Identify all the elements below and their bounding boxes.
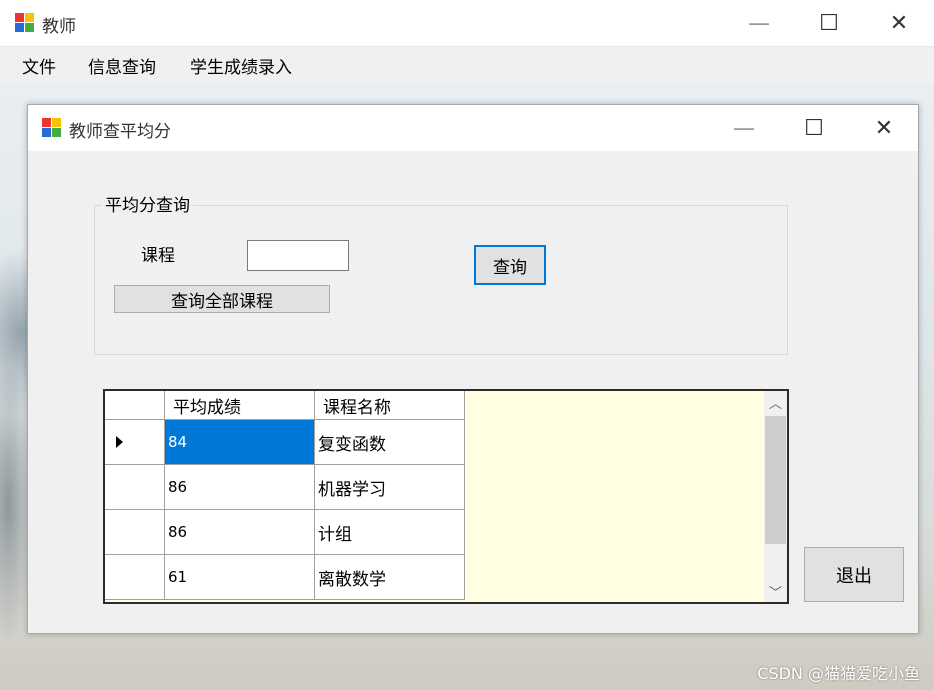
query-button[interactable]: 查询 <box>474 245 546 285</box>
menu-bar: 文件 信息查询 学生成绩录入 <box>0 47 934 83</box>
menu-item-file[interactable]: 文件 <box>20 53 58 78</box>
app-icon <box>15 13 35 33</box>
average-query-groupbox <box>94 205 788 355</box>
child-window-title: 教师查平均分 <box>69 122 171 142</box>
child-title-bar: 教师查平均分 — ☐ ✕ <box>28 105 918 151</box>
minimize-icon[interactable]: — <box>709 105 779 151</box>
menu-item-info-query[interactable]: 信息查询 <box>86 53 158 78</box>
row-header[interactable] <box>105 465 165 510</box>
maximize-icon[interactable]: ☐ <box>779 105 849 151</box>
main-title-bar: 教师 — ☐ ✕ <box>0 0 934 47</box>
child-window: 教师查平均分 — ☐ ✕ 平均分查询 课程 查询 查询全部课程 平均成绩 课程名… <box>27 104 919 634</box>
exit-button[interactable]: 退出 <box>804 547 904 602</box>
table-cell-course[interactable]: 机器学习 <box>315 465 465 510</box>
row-header[interactable] <box>105 555 165 600</box>
results-grid[interactable]: 平均成绩 课程名称 84 复变函数 86 机器学习 86 计组 61 离散数学 … <box>103 389 789 604</box>
grid-corner-header[interactable] <box>105 391 165 420</box>
maximize-icon[interactable]: ☐ <box>794 0 864 47</box>
course-label: 课程 <box>141 246 175 266</box>
main-window-title: 教师 <box>42 17 76 37</box>
column-header-course[interactable]: 课程名称 <box>315 391 465 420</box>
table-cell-course[interactable]: 离散数学 <box>315 555 465 600</box>
watermark: CSDN @猫猫爱吃小鱼 <box>757 664 920 683</box>
row-indicator-icon <box>116 436 123 448</box>
scroll-thumb[interactable] <box>765 416 786 544</box>
query-all-courses-button[interactable]: 查询全部课程 <box>114 285 330 313</box>
table-cell-average[interactable]: 86 <box>165 465 315 510</box>
close-icon[interactable]: ✕ <box>864 0 934 47</box>
row-header[interactable] <box>105 510 165 555</box>
app-icon <box>42 118 62 138</box>
menu-item-grade-entry[interactable]: 学生成绩录入 <box>188 53 294 78</box>
table-cell-course[interactable]: 计组 <box>315 510 465 555</box>
table-cell-average[interactable]: 61 <box>165 555 315 600</box>
course-input[interactable] <box>247 240 349 271</box>
row-header[interactable] <box>105 420 165 465</box>
close-icon[interactable]: ✕ <box>849 105 919 151</box>
table-cell-course[interactable]: 复变函数 <box>315 420 465 465</box>
groupbox-title: 平均分查询 <box>102 191 193 216</box>
table-cell-average[interactable]: 84 <box>165 420 315 465</box>
column-header-average[interactable]: 平均成绩 <box>165 391 315 420</box>
grid-vertical-scrollbar[interactable]: ︿ ﹀ <box>764 391 787 602</box>
scroll-up-icon[interactable]: ︿ <box>764 391 787 413</box>
minimize-icon[interactable]: — <box>724 0 794 47</box>
scroll-down-icon[interactable]: ﹀ <box>764 580 787 602</box>
table-cell-average[interactable]: 86 <box>165 510 315 555</box>
